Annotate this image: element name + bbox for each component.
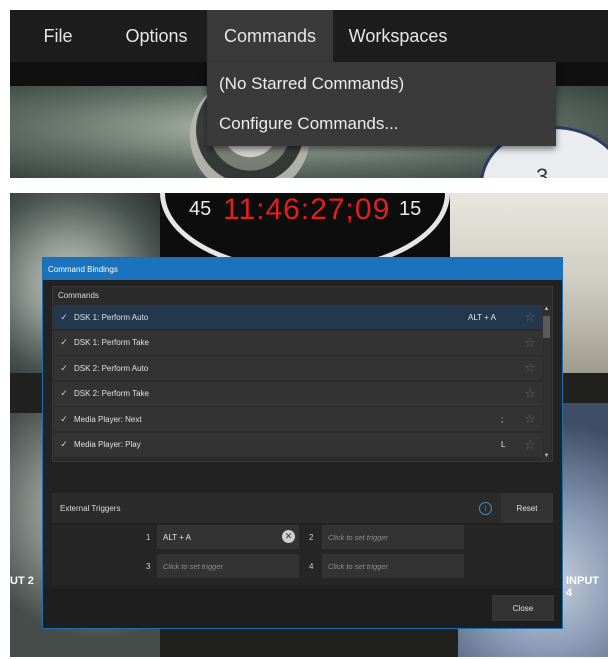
- external-triggers-header: External Triggers i Reset: [52, 493, 553, 523]
- check-icon[interactable]: ✓: [54, 312, 74, 323]
- dialog-screenshot: 45 11:46:27;09 15 UT 2 INPUT 4 Command B…: [10, 193, 608, 657]
- commands-scrollbar[interactable]: ▲ ▼: [542, 305, 551, 461]
- star-icon[interactable]: ☆: [518, 437, 542, 453]
- star-icon[interactable]: ☆: [518, 335, 542, 351]
- reset-button[interactable]: Reset: [501, 493, 553, 523]
- trigger-field-1[interactable]: ALT + A ✕: [157, 525, 299, 549]
- command-bindings-dialog: Command Bindings Commands ✓ DSK 1: Perfo…: [42, 257, 563, 629]
- trigger-value: ALT + A: [163, 532, 191, 542]
- menu-screenshot: 3 File Options Commands Workspaces (No S…: [10, 10, 608, 178]
- commands-list: ✓ DSK 1: Perform Auto ALT + A ☆ ✓ DSK 1:…: [54, 305, 542, 458]
- command-key: ALT + A: [468, 312, 496, 322]
- clock-seconds-right: 15: [399, 198, 422, 220]
- menu-workspaces[interactable]: Workspaces: [333, 10, 463, 62]
- commands-dropdown: (No Starred Commands) Configure Commands…: [207, 62, 556, 146]
- check-icon[interactable]: ✓: [54, 388, 74, 399]
- star-icon[interactable]: ☆: [518, 386, 542, 402]
- command-row[interactable]: ✓ DSK 1: Perform Take ☆: [54, 330, 542, 355]
- command-row[interactable]: ✓ Media Player: Next ; ☆: [54, 407, 542, 431]
- trigger-number: 2: [309, 533, 314, 542]
- trigger-number: 3: [146, 562, 151, 571]
- star-icon[interactable]: ☆: [518, 360, 542, 376]
- clock-seconds-left: 45: [189, 198, 212, 220]
- no-starred-commands-item[interactable]: (No Starred Commands): [207, 64, 556, 104]
- command-label: DSK 2: Perform Take: [74, 389, 149, 398]
- commands-panel: Commands ✓ DSK 1: Perform Auto ALT + A ☆…: [52, 286, 553, 462]
- check-icon[interactable]: ✓: [54, 414, 74, 425]
- menu-bar: File Options Commands Workspaces: [10, 10, 608, 62]
- command-row[interactable]: ✓ Media Player: Play L ☆: [54, 432, 542, 457]
- commands-header: Commands: [58, 291, 99, 300]
- scroll-up-icon[interactable]: ▲: [542, 305, 551, 314]
- external-triggers-label: External Triggers: [60, 503, 121, 513]
- command-row[interactable]: ✓ DSK 2: Perform Auto ☆: [54, 356, 542, 380]
- menu-options[interactable]: Options: [106, 10, 207, 62]
- trigger-field-3[interactable]: Click to set trigger: [157, 554, 299, 578]
- command-row[interactable]: ✓ DSK 1: Perform Auto ALT + A ☆: [54, 305, 542, 329]
- clock-time: 11:46:27;09: [223, 193, 391, 226]
- command-key: ;: [501, 414, 504, 424]
- command-row[interactable]: ✓ DSK 2: Perform Take ☆: [54, 381, 542, 406]
- command-label: Media Player: Next: [74, 414, 142, 424]
- star-icon[interactable]: ☆: [518, 411, 542, 427]
- command-label: DSK 1: Perform Take: [74, 338, 149, 347]
- trigger-field-4[interactable]: Click to set trigger: [322, 554, 464, 578]
- clock-face-number: 3: [536, 164, 549, 178]
- trigger-number: 4: [309, 562, 314, 571]
- command-label: Media Player: Play: [74, 440, 141, 449]
- trigger-number: 1: [146, 533, 151, 542]
- menu-file[interactable]: File: [10, 10, 106, 62]
- menu-commands[interactable]: Commands: [207, 10, 333, 62]
- configure-commands-item[interactable]: Configure Commands...: [207, 104, 556, 144]
- close-button[interactable]: Close: [492, 595, 554, 621]
- check-icon[interactable]: ✓: [54, 439, 74, 450]
- info-icon[interactable]: i: [479, 501, 492, 515]
- command-key: L: [501, 440, 506, 449]
- input-4-label: INPUT 4: [566, 575, 599, 599]
- command-label: DSK 1: Perform Auto: [74, 312, 149, 322]
- input-2-label: UT 2: [10, 575, 34, 587]
- dialog-title: Command Bindings: [43, 258, 562, 280]
- dialog-footer: [43, 588, 562, 628]
- scroll-thumb[interactable]: [543, 316, 550, 338]
- command-label: DSK 2: Perform Auto: [74, 363, 149, 373]
- check-icon[interactable]: ✓: [54, 363, 74, 374]
- check-icon[interactable]: ✓: [54, 337, 74, 348]
- clear-icon[interactable]: ✕: [282, 530, 295, 543]
- scroll-down-icon[interactable]: ▼: [542, 452, 551, 461]
- trigger-field-2[interactable]: Click to set trigger: [322, 525, 464, 549]
- star-icon[interactable]: ☆: [518, 309, 542, 325]
- triggers-grid: 1 ALT + A ✕ 2 Click to set trigger 3 Cli…: [52, 525, 553, 585]
